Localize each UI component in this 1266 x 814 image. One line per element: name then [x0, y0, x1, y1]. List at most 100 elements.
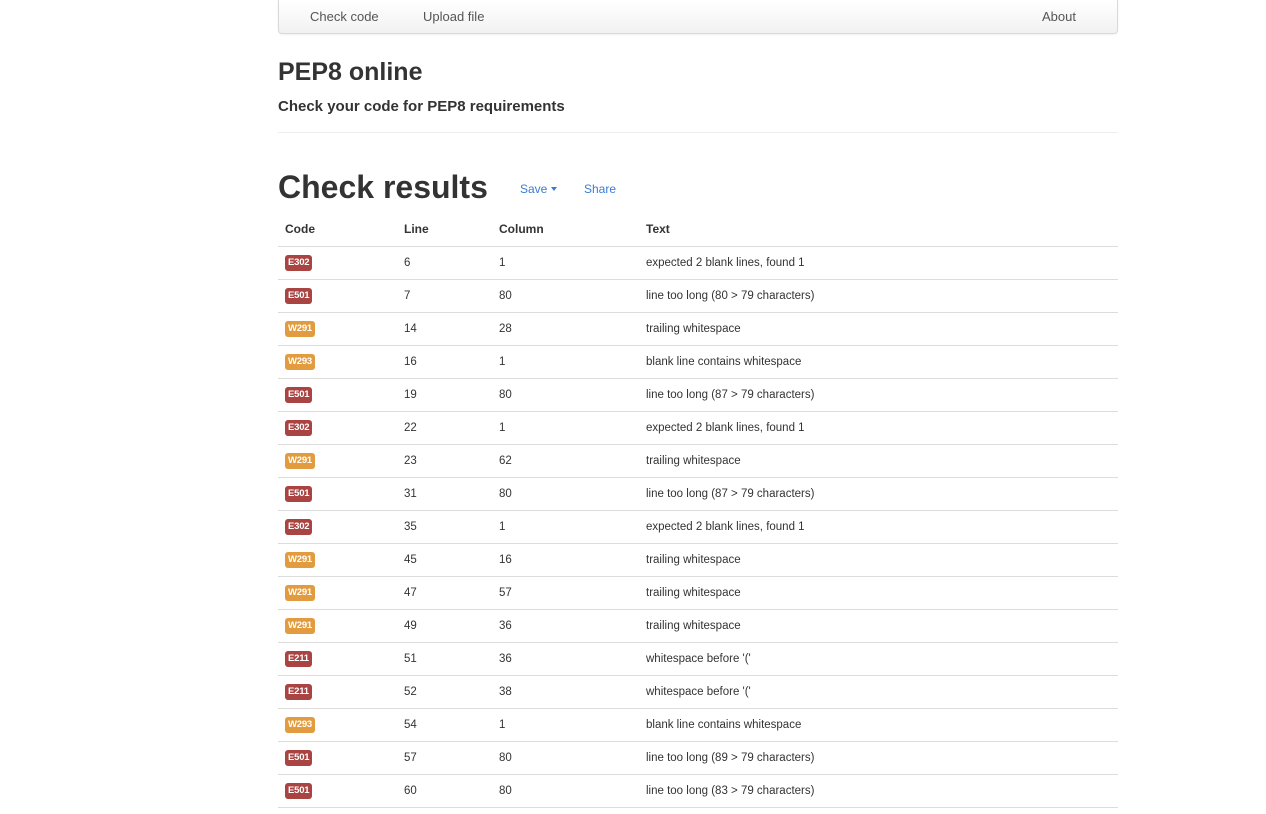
caret-down-icon — [551, 186, 558, 191]
cell-text: whitespace before '(' — [639, 642, 1118, 676]
code-badge: W291 — [285, 617, 316, 634]
cell-code: E211 — [278, 675, 397, 709]
cell-code: W293 — [278, 708, 397, 742]
table-row: E211 51 36 whitespace before '(' — [278, 642, 1118, 676]
table-row: W291 49 36 trailing whitespace — [278, 609, 1118, 643]
cell-line: 22 — [397, 411, 492, 445]
cell-column: 80 — [492, 741, 639, 775]
cell-text: trailing whitespace — [639, 609, 1118, 643]
cell-text: expected 2 blank lines, found 1 — [639, 246, 1118, 280]
table-row: E211 52 38 whitespace before '(' — [278, 675, 1118, 709]
cell-code: E302 — [278, 510, 397, 544]
code-badge: W291 — [285, 584, 316, 601]
cell-line: 31 — [397, 477, 492, 511]
code-badge: E302 — [285, 419, 313, 436]
cell-line: 16 — [397, 345, 492, 379]
nav-check-code[interactable]: Check code — [310, 0, 379, 33]
cell-column: 1 — [492, 345, 639, 379]
table-row: E501 19 80 line too long (87 > 79 character… — [278, 378, 1118, 412]
cell-code: W291 — [278, 609, 397, 643]
cell-column: 1 — [492, 246, 639, 280]
cell-line: 35 — [397, 510, 492, 544]
cell-column: 80 — [492, 378, 639, 412]
nav-upload-file[interactable]: Upload file — [423, 0, 484, 33]
cell-column: 1 — [492, 708, 639, 742]
page-title: PEP8 online — [278, 58, 423, 86]
code-badge: W293 — [285, 353, 316, 370]
cell-text: whitespace before '(' — [639, 675, 1118, 709]
cell-text: line too long (83 > 79 characters) — [639, 774, 1118, 808]
page-container: Check code Upload file About PEP8 online… — [278, 0, 1118, 808]
cell-text: expected 2 blank lines, found 1 — [639, 510, 1118, 544]
cell-code: E302 — [278, 246, 397, 280]
table-row: E302 6 1 expected 2 blank lines, found 1 — [278, 246, 1118, 280]
cell-line: 51 — [397, 642, 492, 676]
cell-column: 16 — [492, 543, 639, 577]
cell-column: 80 — [492, 774, 639, 808]
cell-code: E501 — [278, 774, 397, 808]
code-badge: W291 — [285, 320, 316, 337]
save-dropdown-button[interactable]: Save — [520, 181, 558, 197]
cell-text: line too long (87 > 79 characters) — [639, 477, 1118, 511]
cell-line: 14 — [397, 312, 492, 346]
cell-line: 47 — [397, 576, 492, 610]
table-row: E501 57 80 line too long (89 > 79 character… — [278, 741, 1118, 775]
table-row: W293 54 1 blank line contains whitespace — [278, 708, 1118, 742]
cell-line: 19 — [397, 378, 492, 412]
cell-text: trailing whitespace — [639, 543, 1118, 577]
code-badge: W291 — [285, 551, 316, 568]
code-badge: W291 — [285, 452, 316, 469]
results-title: Check results — [278, 169, 488, 205]
cell-code: W291 — [278, 444, 397, 478]
cell-code: W291 — [278, 576, 397, 610]
nav-about[interactable]: About — [1042, 0, 1076, 33]
cell-line: 49 — [397, 609, 492, 643]
table-row: E302 35 1 expected 2 blank lines, found 1 — [278, 510, 1118, 544]
cell-column: 57 — [492, 576, 639, 610]
table-row: E501 7 80 line too long (80 > 79 characters… — [278, 279, 1118, 313]
cell-text: line too long (80 > 79 characters) — [639, 279, 1118, 313]
table-row: W291 14 28 trailing whitespace — [278, 312, 1118, 346]
cell-code: W291 — [278, 312, 397, 346]
table-row: E302 22 1 expected 2 blank lines, found 1 — [278, 411, 1118, 445]
cell-text: line too long (89 > 79 characters) — [639, 741, 1118, 775]
cell-text: expected 2 blank lines, found 1 — [639, 411, 1118, 445]
cell-line: 45 — [397, 543, 492, 577]
cell-line: 23 — [397, 444, 492, 478]
table-row: E501 60 80 line too long (83 > 79 character… — [278, 774, 1118, 808]
cell-code: W291 — [278, 543, 397, 577]
save-label: Save — [520, 182, 548, 196]
cell-column: 1 — [492, 510, 639, 544]
code-badge: E211 — [285, 683, 312, 700]
cell-column: 62 — [492, 444, 639, 478]
cell-code: E211 — [278, 642, 397, 676]
table-row: W291 47 57 trailing whitespace — [278, 576, 1118, 610]
cell-line: 54 — [397, 708, 492, 742]
code-badge: E501 — [285, 287, 313, 304]
cell-line: 60 — [397, 774, 492, 808]
cell-column: 80 — [492, 279, 639, 313]
cell-column: 28 — [492, 312, 639, 346]
column-header-column: Column — [492, 213, 639, 247]
code-badge: E501 — [285, 386, 313, 403]
cell-column: 36 — [492, 609, 639, 643]
column-header-line: Line — [397, 213, 492, 247]
table-row: W291 23 62 trailing whitespace — [278, 444, 1118, 478]
cell-column: 36 — [492, 642, 639, 676]
cell-text: line too long (87 > 79 characters) — [639, 378, 1118, 412]
cell-code: W293 — [278, 345, 397, 379]
share-link[interactable]: Share — [584, 181, 616, 197]
code-badge: E501 — [285, 782, 313, 799]
cell-code: E501 — [278, 378, 397, 412]
cell-code: E501 — [278, 741, 397, 775]
table-header-row: Code Line Column Text — [278, 213, 1118, 247]
cell-text: blank line contains whitespace — [639, 708, 1118, 742]
cell-code: E501 — [278, 279, 397, 313]
cell-column: 80 — [492, 477, 639, 511]
cell-line: 57 — [397, 741, 492, 775]
cell-line: 6 — [397, 246, 492, 280]
cell-code: E501 — [278, 477, 397, 511]
cell-line: 52 — [397, 675, 492, 709]
code-badge: W293 — [285, 716, 316, 733]
cell-column: 1 — [492, 411, 639, 445]
